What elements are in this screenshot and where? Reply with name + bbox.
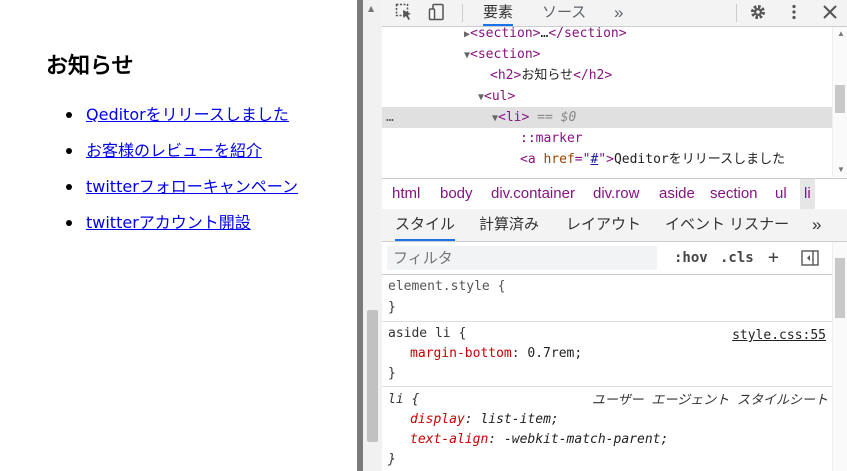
breadcrumb: html body div.container div.row aside se… [382, 178, 847, 210]
rule-selector[interactable]: aside li { [388, 324, 466, 344]
tree-node-section[interactable]: ▼<section> [464, 44, 540, 65]
crumb-ul[interactable]: ul [775, 179, 787, 209]
prop-value: list-item; [480, 412, 559, 427]
rendered-page: お知らせ Qeditorをリリースしました お客様のレビューを紹介 twitte… [0, 0, 357, 471]
style-declaration: text-align: -webkit-match-parent; [410, 432, 669, 447]
crumb-section[interactable]: section [710, 179, 758, 209]
style-declaration[interactable]: margin-bottom: 0.7rem; [410, 344, 582, 364]
new-rule-button[interactable]: + [768, 246, 779, 270]
news-list: Qeditorをリリースしました お客様のレビューを紹介 twitterフォロー… [46, 104, 298, 248]
gear-icon[interactable] [748, 3, 768, 23]
styles-scroll-thumb[interactable] [835, 258, 845, 318]
attr-eq: =" [574, 152, 591, 167]
styles-pane: element.style { } aside li { style.css:5… [382, 275, 832, 471]
tag-open: <section> [470, 47, 541, 62]
crumb-aside[interactable]: aside [659, 179, 695, 209]
tab-layout[interactable]: レイアウト [566, 209, 641, 241]
toggle-sidebar-icon[interactable] [801, 250, 819, 270]
more-tabs-button[interactable]: » [614, 0, 623, 26]
toolbar-divider [462, 4, 463, 22]
elements-scrollbar[interactable]: ▲ ▼ [832, 27, 847, 177]
styles-filter-bar: :hov .cls + [382, 242, 832, 275]
prop-name: text-align [410, 432, 489, 447]
tag-open: <a [520, 152, 544, 167]
news-heading: お知らせ [46, 54, 134, 79]
tab-computed[interactable]: 計算済み [479, 209, 539, 241]
list-item: twitterアカウント開設 [46, 212, 298, 248]
cursor-select-icon[interactable] [394, 3, 414, 23]
tab-event-listeners[interactable]: イベント リスナー [665, 209, 789, 241]
toolbar-divider [736, 4, 737, 22]
kebab-menu-icon[interactable] [784, 3, 804, 23]
scroll-up-icon[interactable]: ▲ [837, 29, 845, 38]
tag-end: "> [598, 152, 614, 167]
page-scroll-thumb[interactable] [367, 310, 378, 442]
rule-close: } [388, 366, 396, 381]
tag-open: <ul> [484, 89, 516, 104]
news-link-4[interactable]: twitterアカウント開設 [86, 213, 251, 232]
crumb-html[interactable]: html [392, 179, 420, 209]
rule-close: } [388, 300, 396, 315]
scroll-up-icon[interactable]: ▲ [368, 4, 374, 13]
device-toggle-icon[interactable] [427, 3, 447, 23]
list-item: Qeditorをリリースしました [46, 104, 298, 140]
filter-input[interactable] [387, 246, 657, 270]
selected-node-highlight [382, 107, 832, 128]
news-link-3[interactable]: twitterフォローキャンペーン [86, 177, 298, 196]
rule-element-style: element.style { } [382, 275, 832, 322]
tab-elements[interactable]: 要素 [483, 0, 514, 26]
list-item: お客様のレビューを紹介 [46, 140, 298, 176]
prop-value: 0.7rem; [527, 346, 583, 361]
scroll-down-icon[interactable]: ▼ [837, 165, 845, 174]
rule-aside-li: aside li { style.css:55 margin-bottom: 0… [382, 322, 832, 387]
rule-close: } [388, 452, 396, 467]
style-declaration: display: list-item; [410, 412, 559, 427]
tree-node-h2[interactable]: <h2>お知らせ</h2> [490, 65, 612, 86]
rule-ua-li: li { ユーザー エージェント スタイルシート display: list-i… [382, 387, 832, 471]
tab-sources[interactable]: ソース [542, 0, 586, 26]
styles-scrollbar[interactable] [832, 242, 847, 471]
prop-name: display [410, 412, 465, 427]
news-link-1[interactable]: Qeditorをリリースしました [86, 105, 289, 124]
tree-node-marker[interactable]: ::marker [520, 128, 583, 149]
tag-open: <section> [470, 27, 541, 41]
tag-open: <li> [498, 110, 530, 125]
crumb-body[interactable]: body [440, 179, 473, 209]
tree-node-li-selected[interactable]: ▼<li> == $0 [492, 107, 576, 128]
cls-button[interactable]: .cls [720, 246, 754, 270]
rule-selector[interactable]: li { [388, 390, 419, 410]
devtools-toolbar: 要素 ソース » [382, 0, 847, 27]
crumb-li[interactable]: li [800, 179, 815, 209]
tag-open: <h2> [490, 68, 522, 83]
sidebar-tabs: スタイル 計算済み レイアウト イベント リスナー » [382, 209, 847, 242]
elements-tree: ▶<section>…</section> ▼<section> <h2>お知ら… [382, 27, 832, 177]
tree-node-section-collapsed[interactable]: ▶<section>…</section> [464, 27, 627, 44]
tag-close: </section> [548, 27, 627, 41]
tag-close: </h2> [573, 68, 613, 83]
more-subtabs-button[interactable]: » [812, 209, 821, 241]
rule-selector[interactable]: element.style { [388, 277, 505, 297]
prop-name: margin-bottom [410, 346, 512, 361]
rule-source-label: ユーザー エージェント スタイルシート [591, 393, 828, 408]
tree-node-a[interactable]: <a href="#">Qeditorをリリースしました [520, 149, 785, 170]
hov-button[interactable]: :hov [674, 246, 708, 270]
close-icon[interactable] [820, 3, 840, 23]
page-scrollbar[interactable]: ▲ [363, 0, 382, 471]
node-actions-dots-icon[interactable]: … [386, 107, 394, 128]
crumb-div-row[interactable]: div.row [593, 179, 639, 209]
crumb-div-container[interactable]: div.container [491, 179, 575, 209]
devtools-panel: 要素 ソース » ▶<section>…</section> ▼<section… [382, 0, 847, 471]
prop-value: -webkit-match-parent; [503, 432, 669, 447]
selected-node-marker: == $0 [537, 110, 577, 125]
node-text: Qeditorをリリースしました [613, 152, 786, 167]
attr-name: href [543, 152, 575, 167]
list-item: twitterフォローキャンペーン [46, 176, 298, 212]
node-text: お知らせ [521, 68, 574, 83]
tab-styles[interactable]: スタイル [395, 209, 456, 241]
rule-source-link[interactable]: style.css:55 [732, 326, 826, 346]
elements-scroll-thumb[interactable] [835, 85, 845, 113]
tree-node-ul[interactable]: ▼<ul> [478, 86, 515, 107]
news-link-2[interactable]: お客様のレビューを紹介 [86, 141, 262, 160]
